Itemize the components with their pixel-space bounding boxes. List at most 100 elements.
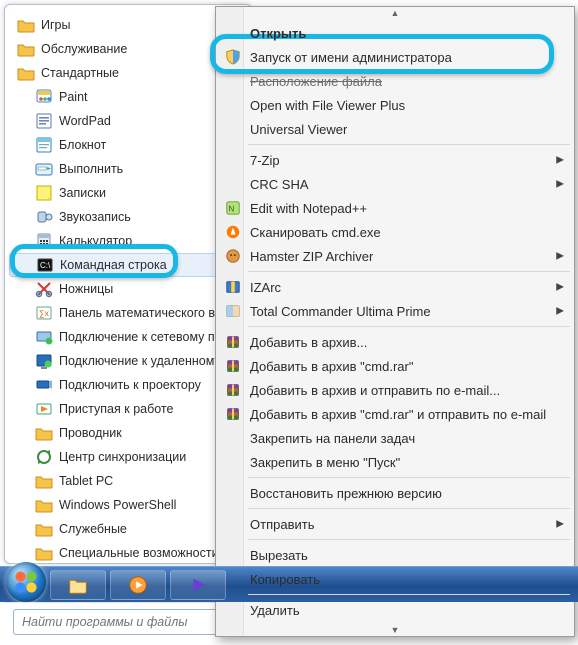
tcup-icon	[224, 302, 242, 320]
rar-icon	[224, 357, 242, 375]
context-item-label: Добавить в архив "cmd.rar" и отправить п…	[250, 407, 546, 422]
start-item-calc[interactable]: Калькулятор	[9, 229, 247, 253]
start-item-paint[interactable]: Paint	[9, 85, 247, 109]
context-item[interactable]: Universal Viewer	[218, 117, 572, 141]
context-item-label: Закрепить в меню "Пуск"	[250, 455, 400, 470]
calc-icon	[35, 232, 53, 250]
start-item-getting[interactable]: Приступая к работе	[9, 397, 247, 421]
context-item[interactable]: Расположение файла	[218, 69, 572, 93]
context-item-label: Сканировать cmd.exe	[250, 225, 381, 240]
start-item-wordpad[interactable]: WordPad	[9, 109, 247, 133]
context-item[interactable]: Отправить▶	[218, 512, 572, 536]
context-item[interactable]: Добавить в архив...	[218, 330, 572, 354]
npp-icon: N	[224, 199, 242, 217]
context-item[interactable]: Восстановить прежнюю версию	[218, 481, 572, 505]
context-item-label: Добавить в архив и отправить по e-mail..…	[250, 383, 500, 398]
start-item-sndrec[interactable]: Звукозапись	[9, 205, 247, 229]
context-item[interactable]: Закрепить в меню "Пуск"	[218, 450, 572, 474]
subfolder-label: Windows PowerShell	[59, 495, 176, 515]
context-item[interactable]: Запуск от имени администратора	[218, 45, 572, 69]
start-item-sticky[interactable]: Записки	[9, 181, 247, 205]
context-scroll-down[interactable]: ▼	[216, 624, 574, 636]
rdp-icon	[35, 352, 53, 370]
context-item[interactable]: Вырезать	[218, 543, 572, 567]
start-item-label: Блокнот	[59, 135, 106, 155]
cmd-icon: C:\	[36, 256, 54, 274]
start-item-projector[interactable]: Подключить к проектору	[9, 373, 247, 397]
netconn-icon	[35, 328, 53, 346]
context-item-label: Добавить в архив "cmd.rar"	[250, 359, 413, 374]
folder-games[interactable]: Игры	[9, 13, 247, 37]
subfolder[interactable]: Специальные возможности	[9, 541, 247, 565]
paint-icon	[35, 88, 53, 106]
context-item-label: Открыть	[250, 26, 306, 41]
rar-icon	[224, 405, 242, 423]
start-item-run[interactable]: Выполнить	[9, 157, 247, 181]
wordpad-icon	[35, 112, 53, 130]
folder-maintenance[interactable]: Обслуживание	[9, 37, 247, 61]
start-item-explorer[interactable]: Проводник	[9, 421, 247, 445]
start-item-label: Подключить к проектору	[59, 375, 201, 395]
getting-icon	[35, 400, 53, 418]
context-item[interactable]: Total Commander Ultima Prime▶	[218, 299, 572, 323]
context-item-label: Edit with Notepad++	[250, 201, 367, 216]
context-item[interactable]: N Edit with Notepad++	[218, 196, 572, 220]
context-item[interactable]: Open with File Viewer Plus	[218, 93, 572, 117]
shield-icon	[224, 48, 242, 66]
context-item[interactable]: Закрепить на панели задач	[218, 426, 572, 450]
taskbar-wmp[interactable]	[110, 570, 166, 600]
start-item-notepad[interactable]: Блокнот	[9, 133, 247, 157]
context-item-label: Добавить в архив...	[250, 335, 367, 350]
start-item-netconn[interactable]: Подключение к сетевому проектору	[9, 325, 247, 349]
context-scroll-up[interactable]: ▲	[216, 7, 574, 19]
folder-accessories[interactable]: Стандартные	[9, 61, 247, 85]
context-item[interactable]: Сканировать cmd.exe	[218, 220, 572, 244]
context-separator	[248, 326, 570, 327]
context-item-label: CRC SHA	[250, 177, 309, 192]
start-item-sync[interactable]: Центр синхронизации	[9, 445, 247, 469]
blank-icon	[224, 601, 242, 619]
sticky-icon	[35, 184, 53, 202]
context-item-label: Вырезать	[250, 548, 308, 563]
context-item[interactable]: Открыть	[218, 21, 572, 45]
rar-icon	[224, 381, 242, 399]
context-item[interactable]: Hamster ZIP Archiver▶	[218, 244, 572, 268]
start-item-rdp[interactable]: Подключение к удаленному рабочему столу	[9, 349, 247, 373]
subfolder[interactable]: Tablet PC	[9, 469, 247, 493]
folder-icon	[35, 496, 53, 514]
sndrec-icon	[35, 208, 53, 226]
subfolder[interactable]: Windows PowerShell	[9, 493, 247, 517]
subfolder[interactable]: Служебные	[9, 517, 247, 541]
folder-label: Игры	[41, 15, 70, 35]
context-item-label: Open with File Viewer Plus	[250, 98, 405, 113]
start-item-cmd[interactable]: C:\Командная строка	[9, 253, 247, 277]
context-item[interactable]: Добавить в архив и отправить по e-mail..…	[218, 378, 572, 402]
start-item-label: Ножницы	[59, 279, 113, 299]
start-item-label: Paint	[59, 87, 88, 107]
context-separator	[248, 594, 570, 595]
taskbar-explorer[interactable]	[50, 570, 106, 600]
submenu-arrow-icon: ▶	[556, 306, 564, 317]
context-item[interactable]: IZArc▶	[218, 275, 572, 299]
start-item-label: Калькулятор	[59, 231, 132, 251]
blank-icon	[224, 72, 242, 90]
context-item[interactable]: 7-Zip▶	[218, 148, 572, 172]
submenu-arrow-icon: ▶	[556, 251, 564, 262]
context-item[interactable]: Добавить в архив "cmd.rar"	[218, 354, 572, 378]
context-item[interactable]: Добавить в архив "cmd.rar" и отправить п…	[218, 402, 572, 426]
folder-label: Обслуживание	[41, 39, 127, 59]
blank-icon	[224, 429, 242, 447]
start-item-mathpanel[interactable]: ∑xПанель математического ввода	[9, 301, 247, 325]
mathpanel-icon: ∑x	[35, 304, 53, 322]
context-item[interactable]: CRC SHA▶	[218, 172, 572, 196]
start-item-snip[interactable]: Ножницы	[9, 277, 247, 301]
subfolder-label: Tablet PC	[59, 471, 113, 491]
context-item[interactable]: Копировать	[218, 567, 572, 591]
start-orb[interactable]	[6, 562, 46, 602]
folder-icon	[17, 40, 35, 58]
start-item-label: Записки	[59, 183, 106, 203]
search-input[interactable]	[13, 609, 243, 635]
context-menu: ▲ Открыть Запуск от имени администратораР…	[215, 6, 575, 637]
blank-icon	[224, 151, 242, 169]
folder-icon	[35, 472, 53, 490]
